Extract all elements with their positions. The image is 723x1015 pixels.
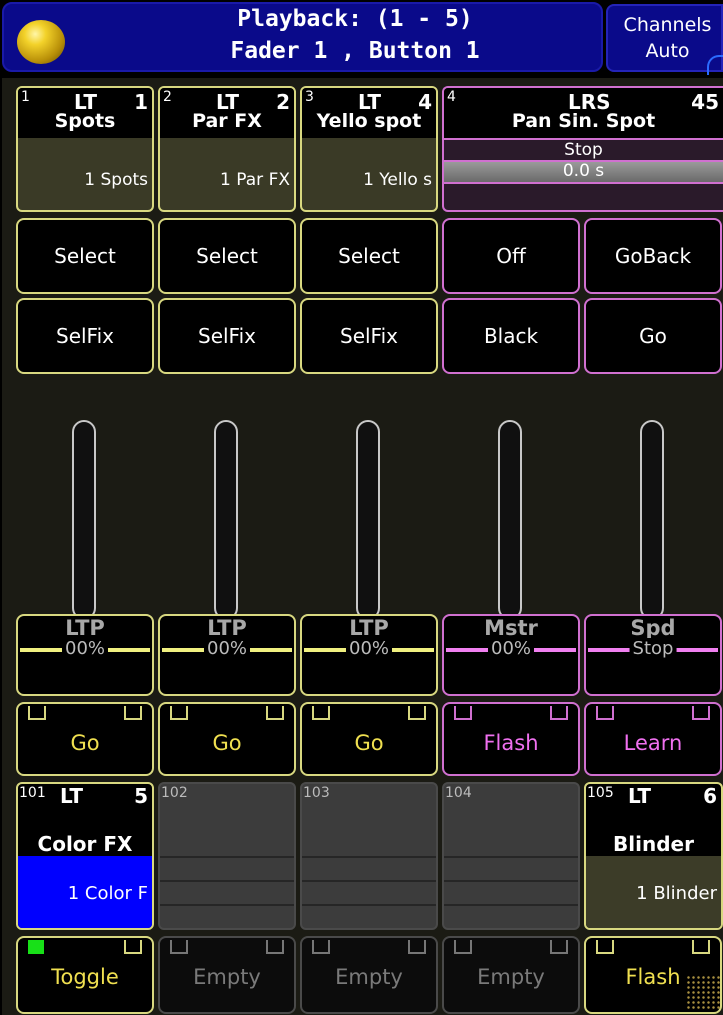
fader-label-1: LTP 00%: [16, 614, 154, 696]
executor-1[interactable]: 1 LT 1 Spots 1 Spots: [16, 86, 154, 212]
title-line-2: Fader 1 , Button 1: [230, 38, 480, 64]
title-line-1: Playback: (1 - 5): [237, 6, 473, 32]
empty-button-104[interactable]: Empty: [442, 936, 580, 1014]
go-button-3[interactable]: Go: [300, 702, 438, 776]
executor-4[interactable]: 4 LRS 45 Pan Sin. Spot Stop 0.0 s: [442, 86, 723, 212]
executor-cue: 1 Color F: [18, 856, 152, 928]
executor-number: 4: [447, 89, 456, 105]
button-label: Flash: [483, 731, 539, 755]
channels-label: Channels: [623, 14, 712, 36]
yellow-orb-icon[interactable]: [17, 20, 65, 64]
fader-mode: LTP: [349, 616, 389, 640]
fader-2[interactable]: [214, 420, 238, 620]
executor-type: LT: [60, 784, 84, 808]
fader-label-3: LTP 00%: [300, 614, 438, 696]
fader-4[interactable]: [498, 420, 522, 620]
executor-name: Pan Sin. Spot: [511, 110, 656, 132]
executor-number: 104: [445, 785, 472, 801]
empty-button-103[interactable]: Empty: [300, 936, 438, 1014]
channels-mode: Auto: [645, 40, 690, 62]
executor-name: Spots: [54, 110, 116, 132]
flash-button[interactable]: Flash: [442, 702, 580, 776]
fader-label-4: Mstr 00%: [442, 614, 580, 696]
executor-name: Par FX: [192, 110, 262, 132]
executor-time: 0.0 s: [562, 161, 605, 181]
off-button[interactable]: Off: [442, 218, 580, 294]
fader-mode: Spd: [630, 616, 676, 640]
fader-value: 00%: [345, 638, 393, 659]
executor-3[interactable]: 3 LT 4 Yello spot 1 Yello s: [300, 86, 438, 212]
fader-mode: LTP: [207, 616, 247, 640]
toggle-button[interactable]: Toggle: [16, 936, 154, 1014]
selfix-button-2[interactable]: SelFix: [158, 298, 296, 374]
fader-value: 00%: [203, 638, 251, 659]
select-button-1[interactable]: Select: [16, 218, 154, 294]
executor-cue: 1 Spots: [84, 170, 148, 190]
executor-name: Yello spot: [316, 110, 422, 132]
button-label: Go: [70, 731, 100, 755]
executor-page: 6: [703, 784, 717, 808]
fader-mode: LTP: [65, 616, 105, 640]
resize-grip-icon[interactable]: [686, 975, 720, 1011]
executor-number: 3: [305, 89, 314, 105]
fader-5[interactable]: [640, 420, 664, 620]
black-button[interactable]: Black: [442, 298, 580, 374]
executor-status: Stop: [564, 140, 603, 160]
executor-105[interactable]: 105 LT 6 Blinder 1 Blinder: [584, 782, 723, 930]
executor-number: 101: [19, 785, 46, 801]
select-button-2[interactable]: Select: [158, 218, 296, 294]
button-label: Toggle: [51, 965, 119, 989]
fader-value: 00%: [61, 638, 109, 659]
button-label: Go: [354, 731, 384, 755]
go-button-top[interactable]: Go: [584, 298, 722, 374]
executor-number: 2: [163, 89, 172, 105]
learn-button[interactable]: Learn: [584, 702, 722, 776]
button-label: Learn: [623, 731, 683, 755]
fader-value: 00%: [487, 638, 535, 659]
fader-label-2: LTP 00%: [158, 614, 296, 696]
executor-cue: 1 Par FX: [220, 170, 290, 190]
fader-3[interactable]: [356, 420, 380, 620]
active-led-icon: [28, 940, 44, 954]
go-button-2[interactable]: Go: [158, 702, 296, 776]
executor-102[interactable]: 102: [158, 782, 296, 930]
executor-type: LT: [628, 784, 652, 808]
executor-101[interactable]: 101 LT 5 Color FX 1 Color F: [16, 782, 154, 930]
goback-button[interactable]: GoBack: [584, 218, 722, 294]
executor-104[interactable]: 104: [442, 782, 580, 930]
button-label: Empty: [335, 965, 403, 989]
go-button-1[interactable]: Go: [16, 702, 154, 776]
executor-cue: 1 Blinder: [586, 856, 721, 928]
executor-number: 103: [303, 785, 330, 801]
executor-number: 1: [21, 89, 30, 105]
select-button-3[interactable]: Select: [300, 218, 438, 294]
button-label: Empty: [477, 965, 545, 989]
executor-page: 5: [134, 784, 148, 808]
selfix-button-3[interactable]: SelFix: [300, 298, 438, 374]
executor-name: Blinder: [613, 832, 694, 856]
button-label: Go: [212, 731, 242, 755]
button-label: Empty: [193, 965, 261, 989]
executor-name: Color FX: [37, 832, 133, 856]
executor-2[interactable]: 2 LT 2 Par FX 1 Par FX: [158, 86, 296, 212]
fader-1[interactable]: [72, 420, 96, 620]
executor-number: 105: [587, 785, 614, 801]
fader-value: Stop: [629, 638, 677, 659]
selfix-button-1[interactable]: SelFix: [16, 298, 154, 374]
corner-arc-icon: [707, 55, 723, 75]
empty-button-102[interactable]: Empty: [158, 936, 296, 1014]
fader-label-5: Spd Stop: [584, 614, 722, 696]
executor-cue: 1 Yello s: [363, 170, 432, 190]
fader-mode: Mstr: [484, 616, 538, 640]
executor-number: 102: [161, 785, 188, 801]
executor-103[interactable]: 103: [300, 782, 438, 930]
